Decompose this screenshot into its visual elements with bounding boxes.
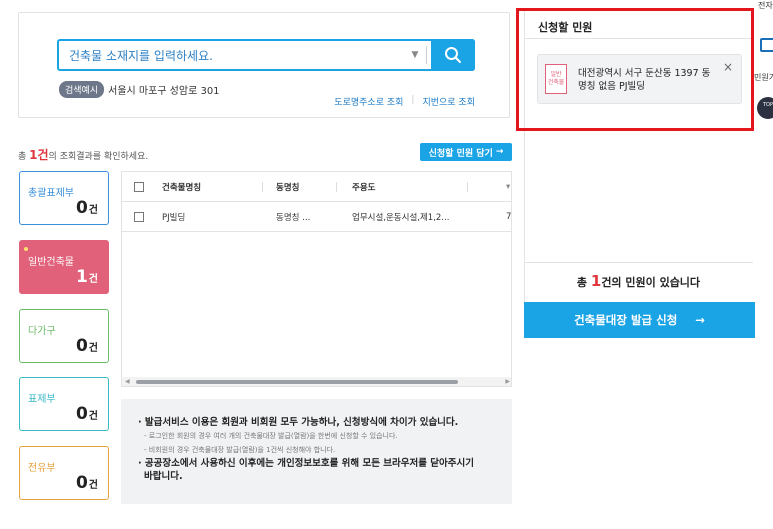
- header-divider: [262, 182, 263, 192]
- header-main-use: 주용도: [352, 182, 376, 193]
- result-count-number: 1건: [29, 148, 49, 162]
- search-input[interactable]: 건축물 소재지를 입력하세요.: [59, 47, 404, 64]
- example-text: 서울시 마포구 성암로 301: [108, 86, 220, 97]
- search-panel: 건축물 소재지를 입력하세요. ▼ 검색예시 서울시 마포구 성암로 301 도…: [18, 12, 510, 118]
- notice-sub-2: - 비회원의 경우 건축물대장 발급(열람)을 1건씩 신청해야 합니다.: [144, 446, 336, 454]
- scroll-thumb[interactable]: [136, 380, 458, 384]
- horizontal-scrollbar[interactable]: ◀ ▶: [122, 377, 511, 386]
- request-total: 총 1건의 민원이 있습니다: [524, 272, 753, 290]
- category-count: 0건: [75, 198, 98, 218]
- cell-dong-name: 동명칭 ...: [276, 212, 311, 223]
- scroll-top-button[interactable]: TOP: [757, 97, 773, 119]
- notice-sub-1: - 로그인한 회원의 경우 여러 개의 건축물대장 발급(열람)을 한번에 신청…: [144, 432, 398, 440]
- category-label: 일반건축물: [28, 257, 74, 268]
- category-count: 1건: [75, 267, 98, 287]
- dropdown-chevron-icon[interactable]: ▼: [404, 50, 426, 60]
- result-suffix: 의 조회결과를 확인하세요.: [48, 152, 149, 162]
- search-example: 검색예시 서울시 마포구 성암로 301: [59, 81, 220, 98]
- example-tag: 검색예시: [59, 81, 105, 98]
- table-row[interactable]: PJ빌딩 동명칭 ... 업무시설,운동시설,제1,2... 7: [122, 202, 512, 232]
- total-count: 1: [590, 272, 602, 290]
- address-search-bar[interactable]: 건축물 소재지를 입력하세요. ▼: [57, 39, 475, 71]
- add-request-button[interactable]: 신청할 민원 담기 →: [420, 143, 512, 161]
- category-card-exclusive-section[interactable]: 전유부 0건: [19, 446, 109, 500]
- category-count: 0건: [75, 473, 98, 493]
- cell-building-name: PJ빌딩: [162, 212, 186, 223]
- category-label: 총괄표제부: [28, 188, 74, 199]
- notice-line-1: · 발급서비스 이용은 회원과 비회원 모두 가능하나, 신청방식에 차이가 있…: [138, 417, 459, 428]
- search-divider: [426, 46, 427, 64]
- header-divider: [336, 182, 337, 192]
- total-prefix: 총: [576, 276, 591, 289]
- category-card-general-summary[interactable]: 총괄표제부 0건: [19, 171, 109, 225]
- highlight-box: [516, 8, 754, 131]
- cell-main-use: 업무시설,운동시설,제1,2...: [352, 212, 450, 223]
- category-label: 다가구: [28, 326, 56, 337]
- divider: [524, 262, 753, 263]
- header-overflow: ▾: [506, 181, 511, 192]
- category-count: 0건: [75, 404, 98, 424]
- apply-issuance-button[interactable]: 건축물대장 발급 신청 →: [524, 302, 755, 338]
- notice-line-3: 바랍니다.: [144, 471, 183, 482]
- arrow-right-icon: →: [695, 313, 705, 327]
- results-table: 건축물명칭 동명칭 주용도 ▾ PJ빌딩 동명칭 ... 업무시설,운동시설,제…: [121, 171, 512, 387]
- add-request-label: 신청할 민원 담기: [428, 148, 493, 159]
- category-card-title-section[interactable]: 표제부 0건: [19, 377, 109, 431]
- category-count: 0건: [75, 336, 98, 356]
- lot-number-link[interactable]: 지번으로 조회: [422, 95, 475, 108]
- header-divider: [467, 182, 468, 192]
- search-button[interactable]: [431, 39, 475, 71]
- arrow-right-icon: →: [495, 147, 504, 157]
- select-all-checkbox[interactable]: [134, 181, 144, 192]
- category-label: 표제부: [28, 394, 56, 405]
- total-suffix: 건의 민원이 있습니다: [601, 276, 701, 289]
- edge-text-top[interactable]: 전자서: [758, 0, 773, 11]
- search-links: 도로명주소로 조회 | 지번으로 조회: [334, 95, 475, 108]
- row-checkbox[interactable]: [134, 211, 144, 222]
- active-dot: [24, 247, 28, 251]
- result-prefix: 총: [18, 152, 30, 162]
- notice-box: · 발급서비스 이용은 회원과 비회원 모두 가능하나, 신청방식에 차이가 있…: [121, 399, 512, 504]
- edge-text-middle[interactable]: 민원가: [754, 72, 773, 83]
- result-count: 총 1건의 조회결과를 확인하세요.: [18, 146, 148, 163]
- link-divider: |: [411, 95, 415, 105]
- category-card-general-building[interactable]: 일반건축물 1건: [19, 240, 109, 294]
- road-address-link[interactable]: 도로명주소로 조회: [334, 95, 403, 108]
- category-card-multi-household[interactable]: 다가구 0건: [19, 309, 109, 363]
- category-label: 전유부: [28, 463, 56, 474]
- table-header: 건축물명칭 동명칭 주용도 ▾: [122, 172, 511, 202]
- notice-line-2: · 공공장소에서 사용하신 이후에는 개인정보보호를 위해 모든 브라우저를 닫…: [138, 458, 474, 469]
- header-dong-name: 동명칭: [276, 182, 300, 193]
- search-icon: [445, 47, 461, 63]
- document-icon[interactable]: [760, 38, 773, 52]
- header-building-name: 건축물명칭: [162, 182, 202, 193]
- scroll-right-icon[interactable]: ▶: [505, 378, 510, 385]
- scroll-left-icon[interactable]: ◀: [125, 378, 130, 385]
- cell-overflow: 7: [506, 211, 512, 222]
- apply-button-label: 건축물대장 발급 신청: [574, 313, 678, 327]
